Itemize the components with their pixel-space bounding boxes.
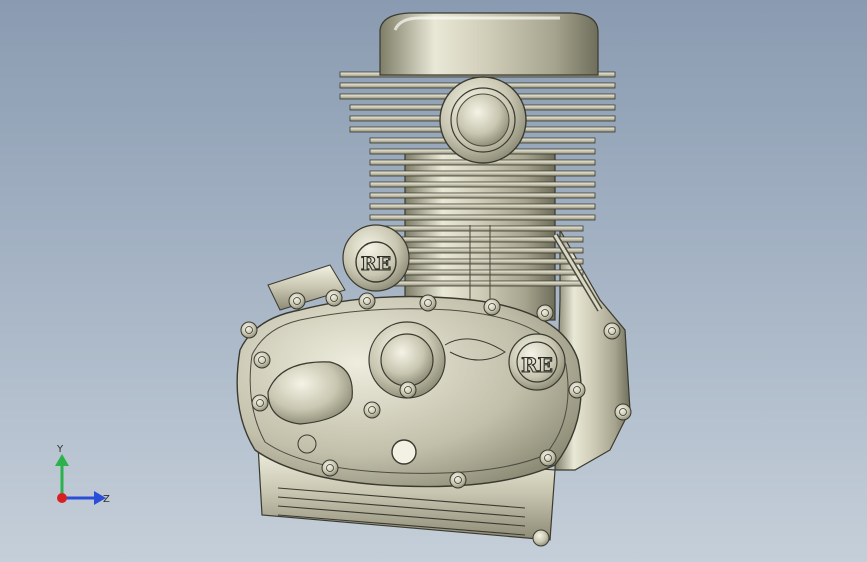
- bolt-head: [253, 351, 271, 369]
- x-axis-origin-icon: [57, 493, 67, 503]
- bolt-head: [399, 381, 417, 399]
- z-axis-label: Z: [103, 494, 110, 505]
- bolt-head: [321, 459, 339, 477]
- cooling-fin: [381, 236, 584, 243]
- re-emblem: RE: [521, 353, 553, 377]
- cooling-fin: [369, 192, 596, 199]
- bolt-head: [568, 381, 586, 399]
- bolt-head: [288, 292, 306, 310]
- cooling-fin: [369, 170, 596, 177]
- cooling-fin: [381, 269, 584, 276]
- cooling-fin: [381, 280, 584, 287]
- bolt-head: [325, 289, 343, 307]
- tappet-cap: [439, 76, 527, 164]
- cooling-fin: [369, 214, 596, 221]
- bolt-head: [363, 401, 381, 419]
- bolt-head: [536, 304, 554, 322]
- re-logo: RE: [361, 253, 391, 275]
- y-axis-arrow-icon: [55, 454, 69, 466]
- bolt-head: [483, 298, 501, 316]
- rocker-cover: [379, 12, 599, 76]
- view-orientation-triad[interactable]: Y Z: [40, 430, 130, 520]
- graphics-viewport[interactable]: RE RE Y Z: [0, 0, 867, 562]
- bolt-head: [614, 403, 632, 421]
- bolt-head: [539, 449, 557, 467]
- filter-cap: RE: [342, 224, 410, 292]
- y-axis-label: Y: [56, 444, 64, 455]
- cooling-fin: [381, 247, 584, 254]
- cooling-fin: [369, 181, 596, 188]
- bolt-head: [240, 321, 258, 339]
- cooling-fin: [381, 225, 584, 232]
- bolt-head: [251, 394, 269, 412]
- bolt-head: [449, 471, 467, 489]
- bolt-head: [603, 322, 621, 340]
- bolt-head: [419, 294, 437, 312]
- cooling-fin: [369, 203, 596, 210]
- bolt-head: [358, 292, 376, 310]
- engine-model[interactable]: RE RE: [0, 0, 867, 562]
- cooling-fin: [381, 258, 584, 265]
